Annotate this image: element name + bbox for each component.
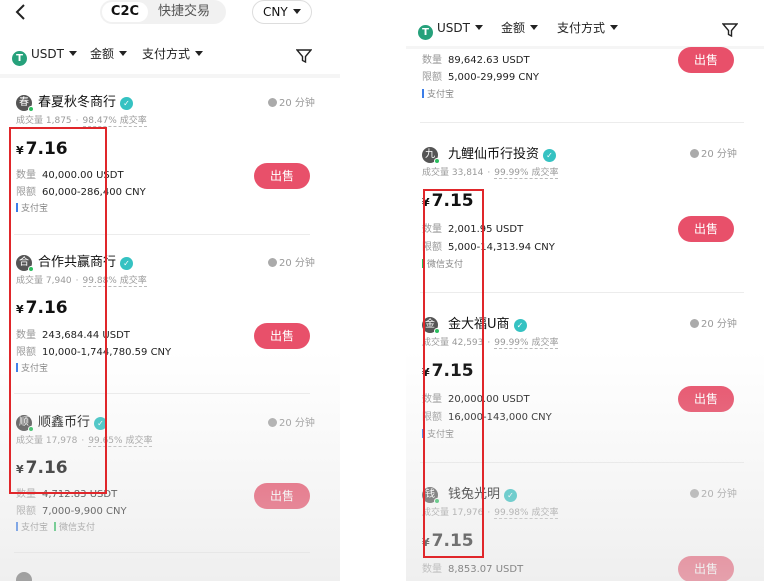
amount-filter[interactable]: 金额 — [90, 45, 128, 63]
clock-icon — [268, 418, 277, 427]
market-type-switch: C2C 快捷交易 — [100, 0, 226, 24]
merchant-name[interactable]: 九鲤仙币行投资 ✓ — [448, 146, 557, 164]
caret-down-icon — [292, 9, 301, 14]
amount-filter-label: 金额 — [90, 47, 115, 61]
verified-badge-icon: ✓ — [120, 97, 134, 110]
tether-icon: T — [12, 51, 27, 66]
payment-methods: 支付宝 — [422, 89, 454, 101]
payment-time: 20 分钟 — [268, 417, 315, 431]
coin-filter[interactable]: T USDT — [12, 45, 77, 66]
merchant-stats: 成交量 33,814 · 99.99% 成交率 — [422, 168, 559, 179]
filter-bar: T USDT 金额 支付方式 — [406, 19, 764, 45]
online-dot — [434, 158, 440, 164]
clock-icon — [690, 319, 699, 328]
caret-down-icon — [119, 51, 128, 56]
amount-filter-label: 金额 — [501, 21, 526, 35]
right-screenshot: T USDT 金额 支付方式 数量 89,642.63 USDT 限额 5,000-2… — [406, 0, 764, 581]
sell-button[interactable]: 出售 — [678, 216, 734, 242]
tether-icon: T — [418, 25, 433, 40]
sell-button[interactable]: 出售 — [254, 323, 310, 349]
merchant-avatar-partial — [16, 572, 32, 581]
verified-badge-icon: ✓ — [543, 149, 557, 162]
clock-icon — [268, 98, 277, 107]
card-divider — [14, 552, 310, 553]
merchant-stats: 成交量 1,875 · 98.47% 成交率 — [16, 116, 147, 127]
payment-time: 20 分钟 — [268, 97, 315, 111]
amount-filter[interactable]: 金额 — [501, 19, 539, 37]
payment-time: 20 分钟 — [690, 488, 737, 502]
currency-select[interactable]: CNY — [252, 0, 312, 24]
filter-funnel-icon[interactable] — [296, 48, 312, 64]
sell-button[interactable]: 出售 — [254, 163, 310, 189]
header-divider — [0, 74, 340, 78]
quantity-row: 数量 8,853.07 USDT — [422, 564, 524, 575]
verified-badge-icon: ✓ — [504, 489, 518, 502]
payment-filter[interactable]: 支付方式 — [557, 19, 619, 37]
merchant-avatar: 九 — [422, 147, 440, 164]
clock-icon — [690, 489, 699, 498]
coin-filter-label: USDT — [31, 47, 64, 61]
clock-icon — [690, 149, 699, 158]
payment-filter-label: 支付方式 — [142, 47, 191, 61]
tab-quick-trade[interactable]: 快捷交易 — [158, 2, 210, 22]
sell-button[interactable]: 出售 — [678, 47, 734, 73]
merchant-name[interactable]: 春夏秋冬商行 ✓ — [38, 94, 134, 112]
filter-bar: T USDT 金额 支付方式 — [0, 45, 340, 71]
payment-methods: 支付宝 微信支付 — [16, 522, 95, 534]
caret-down-icon — [530, 25, 539, 30]
sell-button[interactable]: 出售 — [678, 556, 734, 581]
caret-down-icon — [610, 25, 619, 30]
filter-funnel-icon[interactable] — [722, 22, 738, 38]
top-bar: C2C 快捷交易 CNY — [0, 0, 340, 26]
payment-time: 20 分钟 — [690, 318, 737, 332]
merchant-avatar: 春 — [16, 95, 34, 112]
price-highlight-box — [9, 127, 107, 494]
tab-c2c[interactable]: C2C — [102, 2, 148, 22]
back-arrow-icon[interactable] — [12, 2, 30, 22]
payment-time: 20 分钟 — [268, 257, 315, 271]
sell-button[interactable]: 出售 — [254, 483, 310, 509]
limit-row: 限额 5,000-29,999 CNY — [422, 72, 539, 83]
currency-value: CNY — [263, 5, 288, 19]
verified-badge-icon: ✓ — [513, 319, 527, 332]
caret-down-icon — [68, 51, 77, 56]
sell-button[interactable]: 出售 — [678, 386, 734, 412]
caret-down-icon — [195, 51, 204, 56]
coin-filter-label: USDT — [437, 21, 470, 35]
left-screenshot: C2C 快捷交易 CNY T USDT 金额 支付方式 春 春夏秋冬商行 ✓ 20 … — [0, 0, 340, 581]
clock-icon — [268, 258, 277, 267]
payment-filter-label: 支付方式 — [557, 21, 606, 35]
payment-time: 20 分钟 — [690, 148, 737, 162]
caret-down-icon — [474, 25, 483, 30]
verified-badge-icon: ✓ — [120, 257, 134, 270]
limit-row: 限额 7,000-9,900 CNY — [16, 506, 127, 517]
online-dot — [28, 106, 34, 112]
quantity-row: 数量 89,642.63 USDT — [422, 55, 530, 66]
price-highlight-box — [423, 189, 484, 558]
listing-card-partial: 数量 89,642.63 USDT 限额 5,000-29,999 CNY 支付宝 … — [406, 47, 764, 123]
card-divider — [420, 122, 744, 123]
coin-filter[interactable]: T USDT — [418, 19, 483, 40]
payment-filter[interactable]: 支付方式 — [142, 45, 204, 63]
